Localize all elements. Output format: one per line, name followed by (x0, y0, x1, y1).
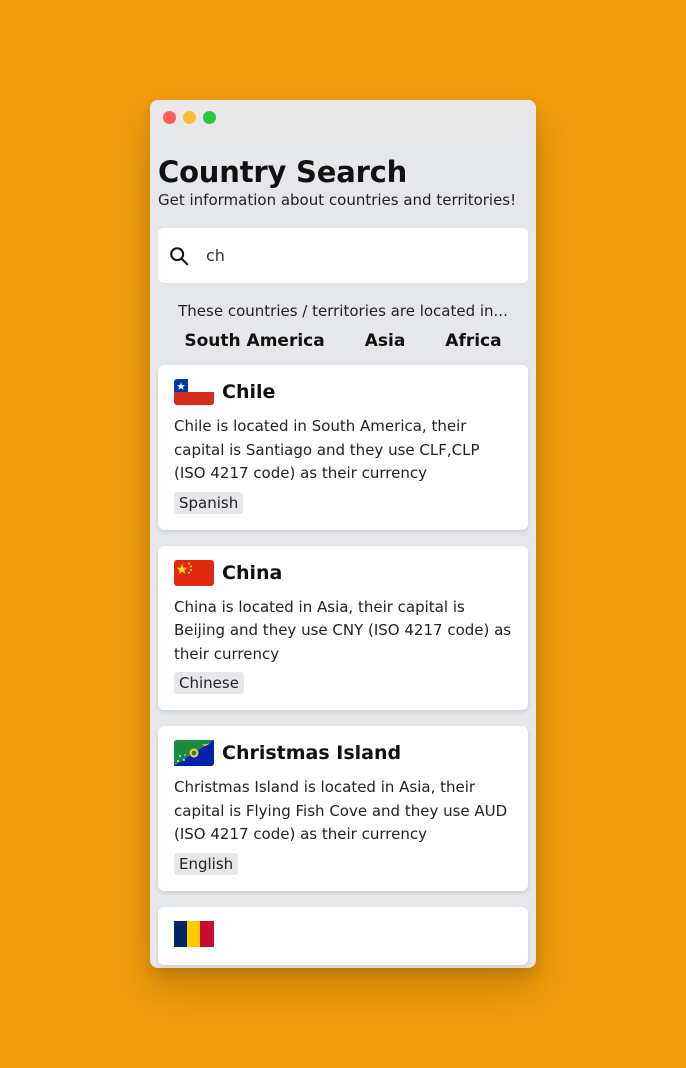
country-name: China (222, 561, 283, 584)
language-badge: Chinese (174, 672, 244, 694)
page-title: Country Search (158, 155, 408, 189)
window-titlebar (150, 100, 536, 134)
country-description: Christmas Island is located in Asia, the… (174, 778, 508, 843)
region-list: South America Asia Africa (158, 331, 528, 351)
language-badge: Spanish (174, 491, 244, 514)
region-south-america[interactable]: South America (184, 331, 324, 351)
flag-china-icon (174, 559, 214, 586)
country-card[interactable] (158, 906, 528, 965)
country-card-header (174, 919, 512, 949)
page-subtitle: Get information about countries and terr… (158, 191, 517, 209)
country-card[interactable]: China China is located in Asia, their ca… (158, 545, 528, 710)
app-window: Country Search Get information about cou… (150, 100, 536, 968)
country-name: Christmas Island (222, 742, 402, 764)
region-africa[interactable]: Africa (445, 331, 501, 351)
search-icon (170, 246, 189, 265)
country-card[interactable]: Chile Chile is located in South America,… (158, 365, 528, 530)
region-intro: These countries / territories are locate… (178, 302, 508, 320)
minimize-window-button[interactable] (183, 110, 196, 124)
country-card-header: Christmas Island (174, 738, 512, 768)
search-input[interactable] (206, 246, 486, 265)
flag-chile-icon (174, 379, 214, 405)
maximize-window-button[interactable] (203, 110, 216, 124)
country-list: Chile Chile is located in South America,… (158, 365, 528, 965)
country-card[interactable]: Christmas Island Christmas Island is loc… (158, 726, 528, 891)
country-name: Chile (222, 381, 276, 403)
main-content: Country Search Get information about cou… (150, 154, 536, 965)
country-description: China is located in Asia, their capital … (174, 597, 512, 663)
country-card-header: China (174, 558, 512, 588)
search-box[interactable] (158, 228, 528, 283)
language-badge: English (174, 852, 239, 875)
flag-christmas-island-icon (174, 740, 214, 766)
close-window-button[interactable] (163, 110, 176, 124)
flag-partial-icon (174, 920, 214, 947)
region-asia[interactable]: Asia (365, 331, 406, 351)
country-card-header: Chile (174, 377, 512, 407)
country-description: Chile is located in South America, their… (174, 417, 480, 482)
